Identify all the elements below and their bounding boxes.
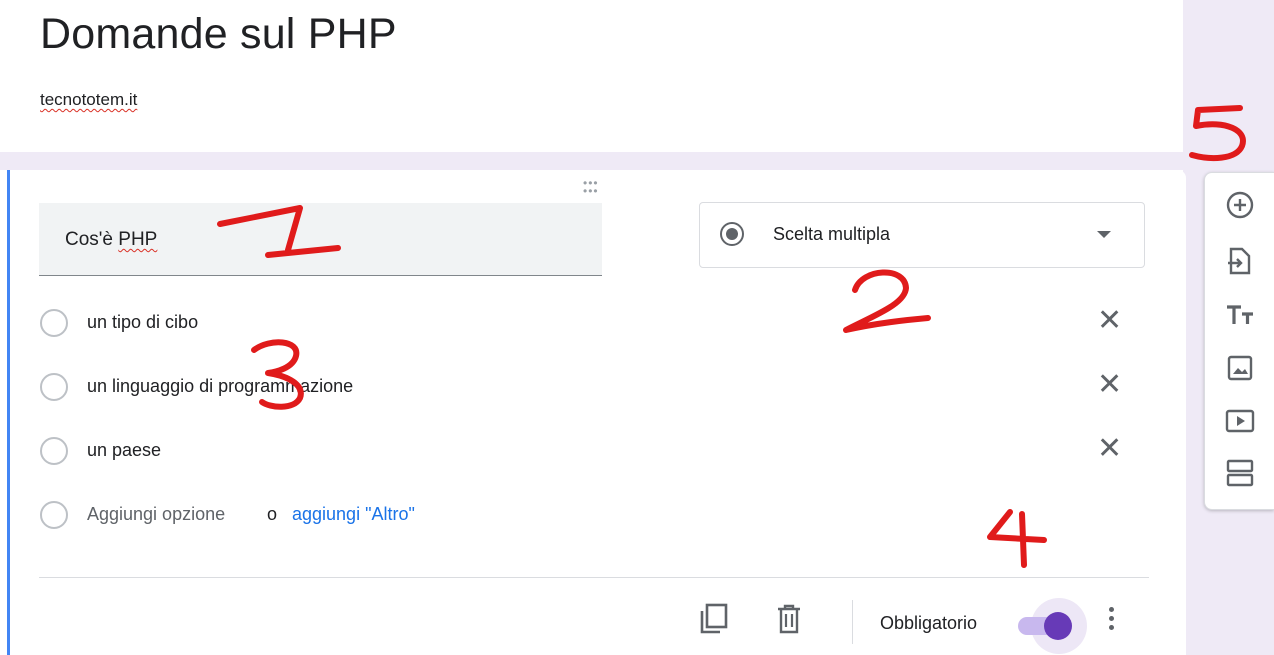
annotation-number-2 — [843, 269, 931, 333]
annotation-layer — [217, 105, 1246, 568]
annotation-number-3 — [251, 339, 304, 410]
annotation-number-4 — [987, 509, 1047, 568]
annotation-number-5 — [1189, 105, 1246, 162]
annotation-number-1 — [217, 205, 341, 258]
